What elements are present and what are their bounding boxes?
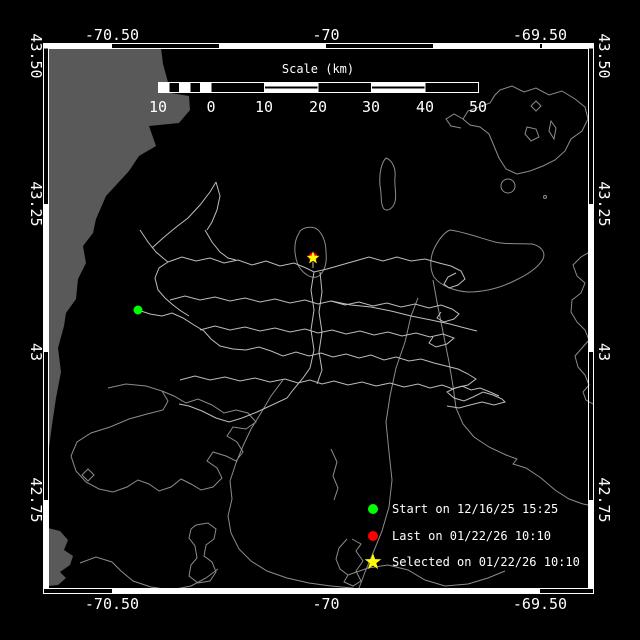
lat-label-right-0: 43.50: [595, 33, 613, 79]
map-selected-marker: [306, 251, 320, 264]
map-markers: [133, 251, 320, 315]
map-canvas: [43, 43, 594, 594]
legend-red-dot-icon: [368, 531, 378, 541]
lon-label-bottom-2: -69.50: [512, 595, 568, 613]
legend-markers: [364, 504, 382, 570]
scale-tick-3: 20: [308, 98, 328, 116]
lat-label-right-2: 43: [595, 342, 613, 362]
lat-label-left-3: 42.75: [27, 477, 45, 523]
lat-label-left-0: 43.50: [27, 33, 45, 79]
scale-tick-6: 50: [468, 98, 488, 116]
lon-label-bottom-1: -70: [312, 595, 340, 613]
map-start-marker: [133, 305, 143, 315]
land-mass: [48, 48, 190, 586]
legend-green-dot-icon: [368, 504, 378, 514]
legend-label-last: Last on 01/22/26 10:10: [392, 529, 551, 543]
track-lines: [137, 181, 506, 423]
lat-label-left-1: 43.25: [27, 181, 45, 227]
scale-tick-4: 30: [361, 98, 381, 116]
scale-tick-2: 10: [254, 98, 274, 116]
scale-tick-1: 0: [206, 98, 216, 116]
lon-label-top-2: -69.50: [512, 26, 568, 44]
tracking-map-page: -70.50 -70 -69.50 -70.50 -70 -69.50 43.5…: [0, 0, 640, 640]
scale-bar-title: Scale (km): [281, 62, 355, 76]
lat-label-right-3: 42.75: [595, 477, 613, 523]
lon-label-bottom-0: -70.50: [84, 595, 140, 613]
lon-label-top-0: -70.50: [84, 26, 140, 44]
scale-tick-0: 10: [148, 98, 168, 116]
scale-bar: [158, 82, 479, 93]
lat-label-right-1: 43.25: [595, 181, 613, 227]
lon-label-top-1: -70: [312, 26, 340, 44]
scale-tick-5: 40: [415, 98, 435, 116]
lat-label-left-2: 43: [27, 342, 45, 362]
legend-label-start: Start on 12/16/25 15:25: [392, 502, 559, 516]
legend-label-selected: Selected on 01/22/26 10:10: [392, 555, 580, 569]
